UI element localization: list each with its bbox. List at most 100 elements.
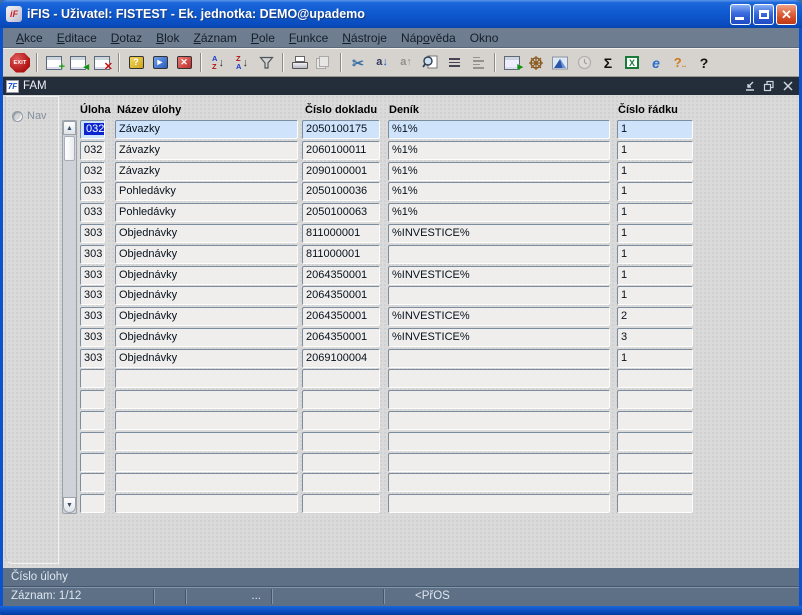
cell-radek[interactable]: 1 — [617, 348, 693, 368]
cell-denik[interactable]: %INVESTICE% — [388, 307, 610, 327]
print-icon[interactable] — [288, 51, 312, 74]
menu-item-okno[interactable]: Okno — [463, 29, 506, 47]
cell-radek[interactable] — [617, 411, 693, 431]
excel-icon[interactable]: X — [620, 51, 644, 74]
cell-doklad[interactable] — [302, 494, 380, 514]
cell-uloha[interactable] — [80, 494, 105, 514]
cell-nazev[interactable]: Objednávky — [115, 348, 298, 368]
title-bar[interactable]: iF iFIS - Uživatel: FISTEST - Ek. jednot… — [0, 0, 802, 28]
cell-radek[interactable]: 1 — [617, 203, 693, 223]
cell-nazev[interactable] — [115, 494, 298, 514]
cell-doklad[interactable]: 811000001 — [302, 244, 380, 264]
cell-denik[interactable]: %1% — [388, 161, 610, 181]
cell-uloha[interactable]: 303 — [80, 265, 105, 285]
cell-radek[interactable]: 1 — [617, 244, 693, 264]
cell-radek[interactable] — [617, 452, 693, 472]
cell-doklad[interactable]: 2050100063 — [302, 203, 380, 223]
cell-denik[interactable]: %INVESTICE% — [388, 223, 610, 243]
cell-uloha[interactable] — [80, 390, 105, 410]
cell-uloha[interactable] — [80, 431, 105, 451]
cell-denik[interactable] — [388, 411, 610, 431]
cell-uloha[interactable] — [80, 473, 105, 493]
cell-uloha[interactable] — [80, 369, 105, 389]
cell-nazev[interactable]: Závazky — [115, 161, 298, 181]
menu-item-nastroje[interactable]: Nástroje — [335, 29, 394, 47]
cell-uloha[interactable]: 303 — [80, 244, 105, 264]
cell-denik[interactable] — [388, 431, 610, 451]
cell-denik[interactable] — [388, 390, 610, 410]
menu-item-dotaz[interactable]: Dotaz — [104, 29, 149, 47]
cell-uloha[interactable]: 032 — [80, 140, 105, 160]
cell-nazev[interactable]: Objednávky — [115, 223, 298, 243]
cell-uloha[interactable] — [80, 452, 105, 472]
minimize-button[interactable] — [730, 3, 751, 25]
sort-asc-icon[interactable]: A Z ↓ — [206, 51, 230, 74]
cell-nazev[interactable] — [115, 390, 298, 410]
browser-icon[interactable]: e — [644, 51, 668, 74]
cell-radek[interactable]: 1 — [617, 286, 693, 306]
cell-radek[interactable]: 1 — [617, 140, 693, 160]
cell-nazev[interactable]: Objednávky — [115, 286, 298, 306]
cell-nazev[interactable]: Pohledávky — [115, 203, 298, 223]
cell-radek[interactable] — [617, 494, 693, 514]
find-icon[interactable] — [418, 51, 442, 74]
cell-doklad[interactable]: 2064350001 — [302, 265, 380, 285]
cell-denik[interactable] — [388, 348, 610, 368]
delete-record-icon[interactable]: ✕ — [90, 51, 114, 74]
editor-icon[interactable] — [442, 51, 466, 74]
cell-nazev[interactable]: Objednávky — [115, 265, 298, 285]
scrollbar-down-button[interactable]: ▼ — [63, 497, 76, 513]
cell-uloha[interactable]: 033 — [80, 182, 105, 202]
cell-radek[interactable]: 2 — [617, 307, 693, 327]
cell-radek[interactable]: 1 — [617, 182, 693, 202]
sigma-icon[interactable]: Σ — [596, 51, 620, 74]
cell-doklad[interactable] — [302, 369, 380, 389]
cell-doklad[interactable]: 2064350001 — [302, 307, 380, 327]
record-scrollbar[interactable]: ▲ ▼ — [62, 120, 77, 514]
cell-radek[interactable]: 1 — [617, 265, 693, 285]
cell-radek[interactable] — [617, 369, 693, 389]
cell-uloha[interactable]: 303 — [80, 348, 105, 368]
cell-doklad[interactable]: 811000001 — [302, 223, 380, 243]
copy-record-icon[interactable]: ◂ — [66, 51, 90, 74]
cell-denik[interactable]: %INVESTICE% — [388, 265, 610, 285]
cell-doklad[interactable] — [302, 473, 380, 493]
cell-uloha[interactable]: 033 — [80, 203, 105, 223]
mdi-restore-button[interactable] — [761, 79, 777, 93]
cell-uloha[interactable]: 032 — [80, 161, 105, 181]
cell-radek[interactable]: 1 — [617, 161, 693, 181]
cell-denik[interactable] — [388, 244, 610, 264]
cell-doklad[interactable]: 2064350001 — [302, 286, 380, 306]
cell-doklad[interactable]: 2060100011 — [302, 140, 380, 160]
cell-doklad[interactable]: 2090100001 — [302, 161, 380, 181]
exit-icon[interactable]: EXIT — [8, 51, 32, 74]
cell-denik[interactable]: %1% — [388, 120, 610, 139]
menu-item-funkce[interactable]: Funkce — [282, 29, 335, 47]
context-help-icon[interactable]: ?.. — [668, 51, 692, 74]
execute-query-icon[interactable]: ► — [148, 51, 172, 74]
cell-radek[interactable]: 1 — [617, 120, 693, 139]
menu-item-editace[interactable]: Editace — [50, 29, 104, 47]
cell-radek[interactable] — [617, 431, 693, 451]
menu-item-pole[interactable]: Pole — [244, 29, 282, 47]
filter-icon[interactable] — [254, 51, 278, 74]
cell-radek[interactable] — [617, 473, 693, 493]
cell-nazev[interactable] — [115, 431, 298, 451]
cell-nazev[interactable]: Pohledávky — [115, 182, 298, 202]
maximize-button[interactable] — [753, 3, 774, 25]
menu-item-akce[interactable]: Akce — [9, 29, 50, 47]
cell-doklad[interactable] — [302, 452, 380, 472]
close-button[interactable]: ✕ — [776, 3, 797, 25]
cell-uloha[interactable]: 032 — [80, 120, 105, 139]
sort-desc-icon[interactable]: Z A ↓ — [230, 51, 254, 74]
enter-query-icon[interactable]: ? — [124, 51, 148, 74]
cell-doklad[interactable] — [302, 411, 380, 431]
menu-item-napoveda[interactable]: Nápověda — [394, 29, 463, 47]
mountain-icon[interactable] — [548, 51, 572, 74]
cell-denik[interactable]: %1% — [388, 203, 610, 223]
cell-denik[interactable] — [388, 452, 610, 472]
cell-doklad[interactable] — [302, 390, 380, 410]
cell-denik[interactable]: %1% — [388, 140, 610, 160]
cell-nazev[interactable]: Objednávky — [115, 327, 298, 347]
cell-doklad[interactable]: 2050100175 — [302, 120, 380, 139]
